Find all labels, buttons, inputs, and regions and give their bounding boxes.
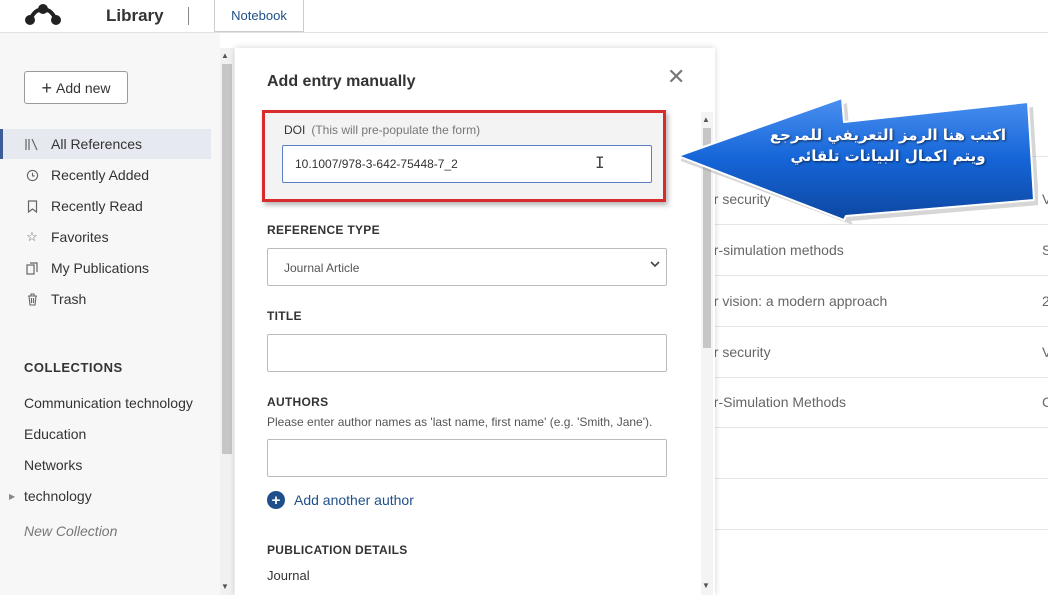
collection-item-communication-technology[interactable]: Communication technology <box>24 395 193 411</box>
callout-text: اكتب هنا الرمز التعريفي للمرجع ويتم اكما… <box>768 125 1008 167</box>
title-label: TITLE <box>267 309 302 323</box>
clock-icon <box>24 167 40 183</box>
doi-hint: (This will pre-populate the form) <box>311 123 481 137</box>
publication-details-heading: PUBLICATION DETAILS <box>267 543 408 557</box>
list-item-title[interactable]: er-Simulation Methods <box>706 394 846 410</box>
add-entry-dialog: Add entry manually ✕ DOI (This will pre-p… <box>235 48 715 595</box>
tab-notebook[interactable]: Notebook <box>214 0 304 32</box>
list-item-title[interactable]: er security <box>706 344 771 360</box>
sidebar-item-label: Recently Read <box>51 198 143 214</box>
list-item-cell: 2 <box>1042 293 1048 309</box>
add-new-button[interactable]: + Add new <box>24 71 128 104</box>
sidebar-item-recently-added[interactable]: Recently Added <box>0 160 211 190</box>
publications-icon <box>24 260 40 276</box>
sidebar-item-label: My Publications <box>51 260 150 276</box>
top-bar: Library Notebook <box>0 0 1048 32</box>
close-icon[interactable]: ✕ <box>667 66 685 88</box>
list-divider <box>700 427 1048 428</box>
collection-item-networks[interactable]: Networks <box>24 457 82 473</box>
list-item-cell: C <box>1042 394 1048 410</box>
plus-circle-icon: + <box>267 491 285 509</box>
trash-icon <box>24 291 40 307</box>
add-another-author-button[interactable]: + Add another author <box>267 491 414 509</box>
collections-heading: COLLECTIONS <box>24 360 123 375</box>
sidebar: + Add new All References Recently Added … <box>0 33 220 595</box>
add-author-label: Add another author <box>294 492 414 508</box>
list-item-title[interactable]: er vision: a modern approach <box>706 293 887 309</box>
mendeley-logo-icon[interactable] <box>24 3 62 27</box>
journal-label: Journal <box>267 568 310 583</box>
callout-line-1: اكتب هنا الرمز التعريفي للمرجع <box>769 126 1007 144</box>
scroll-down-arrow-icon[interactable]: ▼ <box>221 582 229 591</box>
authors-label: AUTHORS <box>267 395 329 409</box>
add-new-label: Add new <box>56 79 111 96</box>
sidebar-item-label: Trash <box>51 291 87 307</box>
app-title[interactable]: Library <box>106 6 164 26</box>
list-divider <box>700 224 1048 225</box>
list-item-cell: V <box>1042 344 1048 360</box>
sidebar-item-label: All References <box>51 136 143 152</box>
chevron-down-icon <box>650 260 660 271</box>
list-divider <box>700 275 1048 276</box>
plus-icon: + <box>41 77 53 98</box>
star-icon: ☆ <box>26 229 38 244</box>
sidebar-item-label: Favorites <box>51 229 109 245</box>
list-item-cell: V <box>1042 191 1048 207</box>
text-cursor-icon: I <box>595 153 605 172</box>
header-divider <box>188 7 189 25</box>
sidebar-item-trash[interactable]: Trash <box>0 284 211 314</box>
callout-line-2: ويتم اكمال البيانات تلقائي <box>790 147 986 165</box>
list-divider <box>700 326 1048 327</box>
library-icon <box>24 136 40 152</box>
doi-highlight-box: DOI (This will pre-populate the form) 10.… <box>262 110 666 202</box>
authors-input[interactable] <box>267 439 667 477</box>
reference-type-label: REFERENCE TYPE <box>267 223 380 237</box>
bookmark-icon <box>24 198 40 214</box>
list-divider <box>700 377 1048 378</box>
doi-input-value: 10.1007/978-3-642-75448-7_2 <box>295 157 458 171</box>
list-item-cell: S <box>1042 242 1048 258</box>
scroll-up-arrow-icon[interactable]: ▲ <box>221 51 229 60</box>
list-divider <box>700 478 1048 479</box>
sidebar-item-my-publications[interactable]: My Publications <box>0 253 211 283</box>
sidebar-item-recently-read[interactable]: Recently Read <box>0 191 211 221</box>
title-input[interactable] <box>267 334 667 372</box>
sidebar-item-favorites[interactable]: ☆ Favorites <box>0 222 211 252</box>
doi-label: DOI (This will pre-populate the form) <box>284 123 480 137</box>
sidebar-item-label: Recently Added <box>51 167 150 183</box>
doi-label-text: DOI <box>284 123 306 137</box>
sidebar-scrollbar-thumb[interactable] <box>222 64 232 454</box>
collection-item-education[interactable]: Education <box>24 426 86 442</box>
sidebar-item-all-references[interactable]: All References <box>0 129 211 159</box>
scroll-down-arrow-icon[interactable]: ▼ <box>702 581 710 590</box>
reference-type-value: Journal Article <box>284 261 360 275</box>
new-collection-link[interactable]: New Collection <box>24 523 117 539</box>
collection-item-technology[interactable]: technology <box>24 488 92 504</box>
reference-type-select[interactable]: Journal Article <box>267 248 667 286</box>
expand-arrow-icon[interactable]: ▶ <box>9 492 15 501</box>
list-divider <box>700 529 1048 530</box>
list-item-title[interactable]: er-simulation methods <box>706 242 844 258</box>
authors-help-text: Please enter author names as 'last name,… <box>267 415 653 429</box>
dialog-title: Add entry manually <box>267 73 416 90</box>
